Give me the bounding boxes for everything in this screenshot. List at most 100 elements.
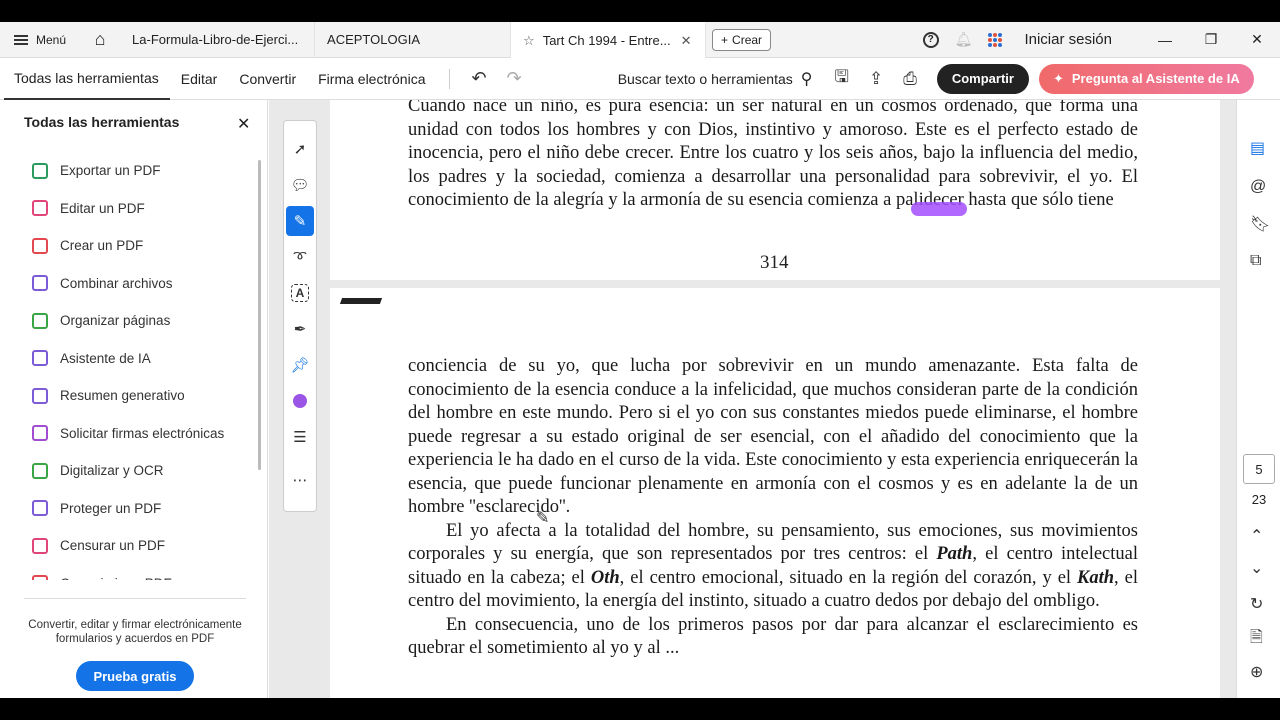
tool-label: Combinar archivos	[60, 275, 173, 291]
line-weight-icon[interactable]: ☰	[286, 422, 314, 452]
tool-label: Resumen generativo	[60, 388, 185, 404]
tab-all-tools[interactable]: Todas las herramientas	[4, 58, 170, 100]
freehand-draw-icon[interactable]: ➰︎	[286, 242, 314, 272]
title-bar: Menú ⌂ La-Formula-Libro-de-Ejerci... ACE…	[0, 22, 1280, 58]
close-panel-icon[interactable]: ✕	[237, 114, 250, 134]
tool-item[interactable]: Asistente de IA	[0, 340, 258, 378]
paragraph: El yo afecta a la totalidad del hombre, …	[408, 520, 1138, 614]
paragraph: En consecuencia, uno de los primeros pas…	[408, 614, 1138, 659]
panel-scrollbar[interactable]	[258, 160, 261, 470]
plus-icon: +	[721, 32, 729, 47]
tool-item[interactable]: Organizar páginas	[0, 302, 258, 340]
color-picker[interactable]	[286, 386, 314, 416]
upload-icon[interactable]: ⇪	[869, 69, 883, 89]
rotate-icon[interactable]: ↻	[1250, 594, 1263, 614]
zoom-out-icon[interactable]: ⊖	[1250, 694, 1263, 698]
save-icon[interactable]: 🖫︎	[835, 64, 849, 93]
tool-item[interactable]: Crear un PDF	[0, 227, 258, 265]
tab-document-3[interactable]: ☆ Tart Ch 1994 - Entre... ✕	[511, 22, 707, 58]
ai-summary-icon[interactable]: ▤	[1250, 138, 1265, 158]
close-window-icon[interactable]: ✕	[1234, 31, 1280, 48]
apps-grid-icon[interactable]	[988, 32, 1003, 47]
divider	[24, 598, 246, 599]
print-icon[interactable]: ⎙	[903, 69, 917, 89]
main-toolbar: Todas las herramientas Editar Convertir …	[0, 58, 1280, 100]
tool-item[interactable]: Editar un PDF	[0, 190, 258, 228]
page-body-text: Cuando nace un niño, es pura esencia: un…	[408, 100, 1138, 210]
promo-text: Convertir, editar y firmar electrónicame…	[28, 619, 242, 645]
tab-document-2[interactable]: ACEPTOLOGIA	[315, 22, 512, 58]
tool-label: Organizar páginas	[60, 313, 171, 329]
tool-icon	[32, 575, 48, 580]
term-oth: Oth	[590, 567, 620, 588]
bell-icon[interactable]: 🔔︎	[955, 31, 973, 48]
more-options-icon[interactable]: ⋯	[286, 465, 314, 495]
tool-icon	[32, 200, 48, 217]
tool-icon	[32, 500, 48, 517]
comment-icon[interactable]: 💬︎	[286, 170, 314, 200]
tab-convert[interactable]: Convertir	[228, 58, 307, 100]
help-icon[interactable]: ?	[922, 31, 939, 48]
right-sidebar: ▤ @ 🔖︎ ⧉ 5 23 ⌃ ⌄ ↻ 🗎︎ ⊕ ⊖	[1236, 100, 1280, 698]
page-info-icon[interactable]: 🗎︎	[1250, 626, 1263, 653]
tool-label: Editar un PDF	[60, 200, 145, 216]
tool-item[interactable]: Solicitar firmas electrónicas	[0, 415, 258, 453]
bookmarks-icon[interactable]: 🔖︎	[1250, 214, 1270, 234]
paragraph: conciencia de su yo, que lucha por sobre…	[408, 356, 1138, 517]
star-icon[interactable]: ☆	[523, 33, 535, 49]
tab-edit[interactable]: Editar	[170, 58, 229, 100]
search-icon: ⚲	[800, 70, 813, 88]
tool-label: Digitalizar y OCR	[60, 463, 164, 479]
tool-item[interactable]: Combinar archivos	[0, 265, 258, 303]
tool-label: Exportar un PDF	[60, 163, 161, 179]
comments-icon[interactable]: @	[1250, 178, 1266, 196]
page-up-icon[interactable]: ⌃	[1250, 526, 1263, 546]
hamburger-icon	[14, 34, 28, 45]
close-tab-icon[interactable]: ✕	[681, 33, 692, 49]
sign-icon[interactable]: ✒	[286, 314, 314, 344]
page-down-icon[interactable]: ⌄	[1250, 558, 1263, 578]
minimize-icon[interactable]: —	[1142, 32, 1188, 48]
tab-document-1[interactable]: La-Formula-Libro-de-Ejerci...	[120, 22, 316, 58]
search-label: Buscar texto o herramientas	[617, 70, 793, 87]
zoom-in-icon[interactable]: ⊕	[1250, 662, 1263, 682]
tool-icon	[32, 162, 48, 179]
pin-icon[interactable]: 📌︎	[286, 350, 314, 380]
text-run: , el centro emocional, situado en la reg…	[619, 567, 1078, 588]
document-viewer[interactable]: ➚ 💬︎ ✎ ➰︎ A ✒ 📌︎ ☰ ⋯ Cuando nace un niño…	[269, 100, 1236, 698]
tool-item[interactable]: Digitalizar y OCR	[0, 452, 258, 490]
tool-item[interactable]: Proteger un PDF	[0, 490, 258, 528]
tab-label: Tart Ch 1994 - Entre...	[542, 33, 671, 48]
tool-label: Proteger un PDF	[60, 500, 162, 516]
menu-button[interactable]: Menú	[0, 22, 80, 57]
undo-icon[interactable]: ↶	[472, 68, 487, 89]
tools-panel: Todas las herramientas ✕ Exportar un PDF…	[0, 100, 268, 698]
search-tools[interactable]: Buscar texto o herramientas ⚲	[618, 69, 813, 89]
redo-icon[interactable]: ↷	[507, 68, 522, 89]
select-cursor-icon[interactable]: ➚	[286, 134, 314, 164]
tools-list: Exportar un PDF Editar un PDF Crear un PDF…	[0, 152, 258, 580]
tool-item[interactable]: Comprimir un PDF	[0, 565, 258, 580]
page-number: 314	[760, 252, 789, 273]
text-box-icon[interactable]: A	[291, 284, 309, 302]
free-trial-button[interactable]: Prueba gratis	[76, 661, 194, 691]
panel-title: Todas las herramientas	[24, 114, 180, 130]
highlight-pen-icon[interactable]: ✎	[286, 206, 314, 236]
tool-item[interactable]: Resumen generativo	[0, 377, 258, 415]
scan-mark	[339, 298, 383, 304]
tab-esign[interactable]: Firma electrónica	[307, 58, 436, 100]
thumbnails-icon[interactable]: ⧉	[1250, 252, 1261, 270]
signin-link[interactable]: Iniciar sesión	[1024, 31, 1112, 48]
home-icon[interactable]: ⌂	[80, 29, 120, 50]
share-button[interactable]: Compartir	[936, 63, 1029, 94]
highlight-annotation[interactable]	[911, 202, 967, 216]
acrobat-window: Menú ⌂ La-Formula-Libro-de-Ejerci... ACE…	[0, 22, 1280, 698]
restore-icon[interactable]: ❐	[1188, 31, 1234, 48]
ai-assistant-button[interactable]: ✦ Pregunta al Asistente de IA	[1038, 63, 1254, 94]
current-page-input[interactable]: 5	[1243, 454, 1275, 484]
ai-assistant-label: Pregunta al Asistente de IA	[1071, 71, 1240, 86]
tool-icon	[32, 312, 48, 329]
tool-item[interactable]: Exportar un PDF	[0, 152, 258, 190]
tool-item[interactable]: Censurar un PDF	[0, 527, 258, 565]
create-button[interactable]: + Crear	[712, 28, 772, 51]
